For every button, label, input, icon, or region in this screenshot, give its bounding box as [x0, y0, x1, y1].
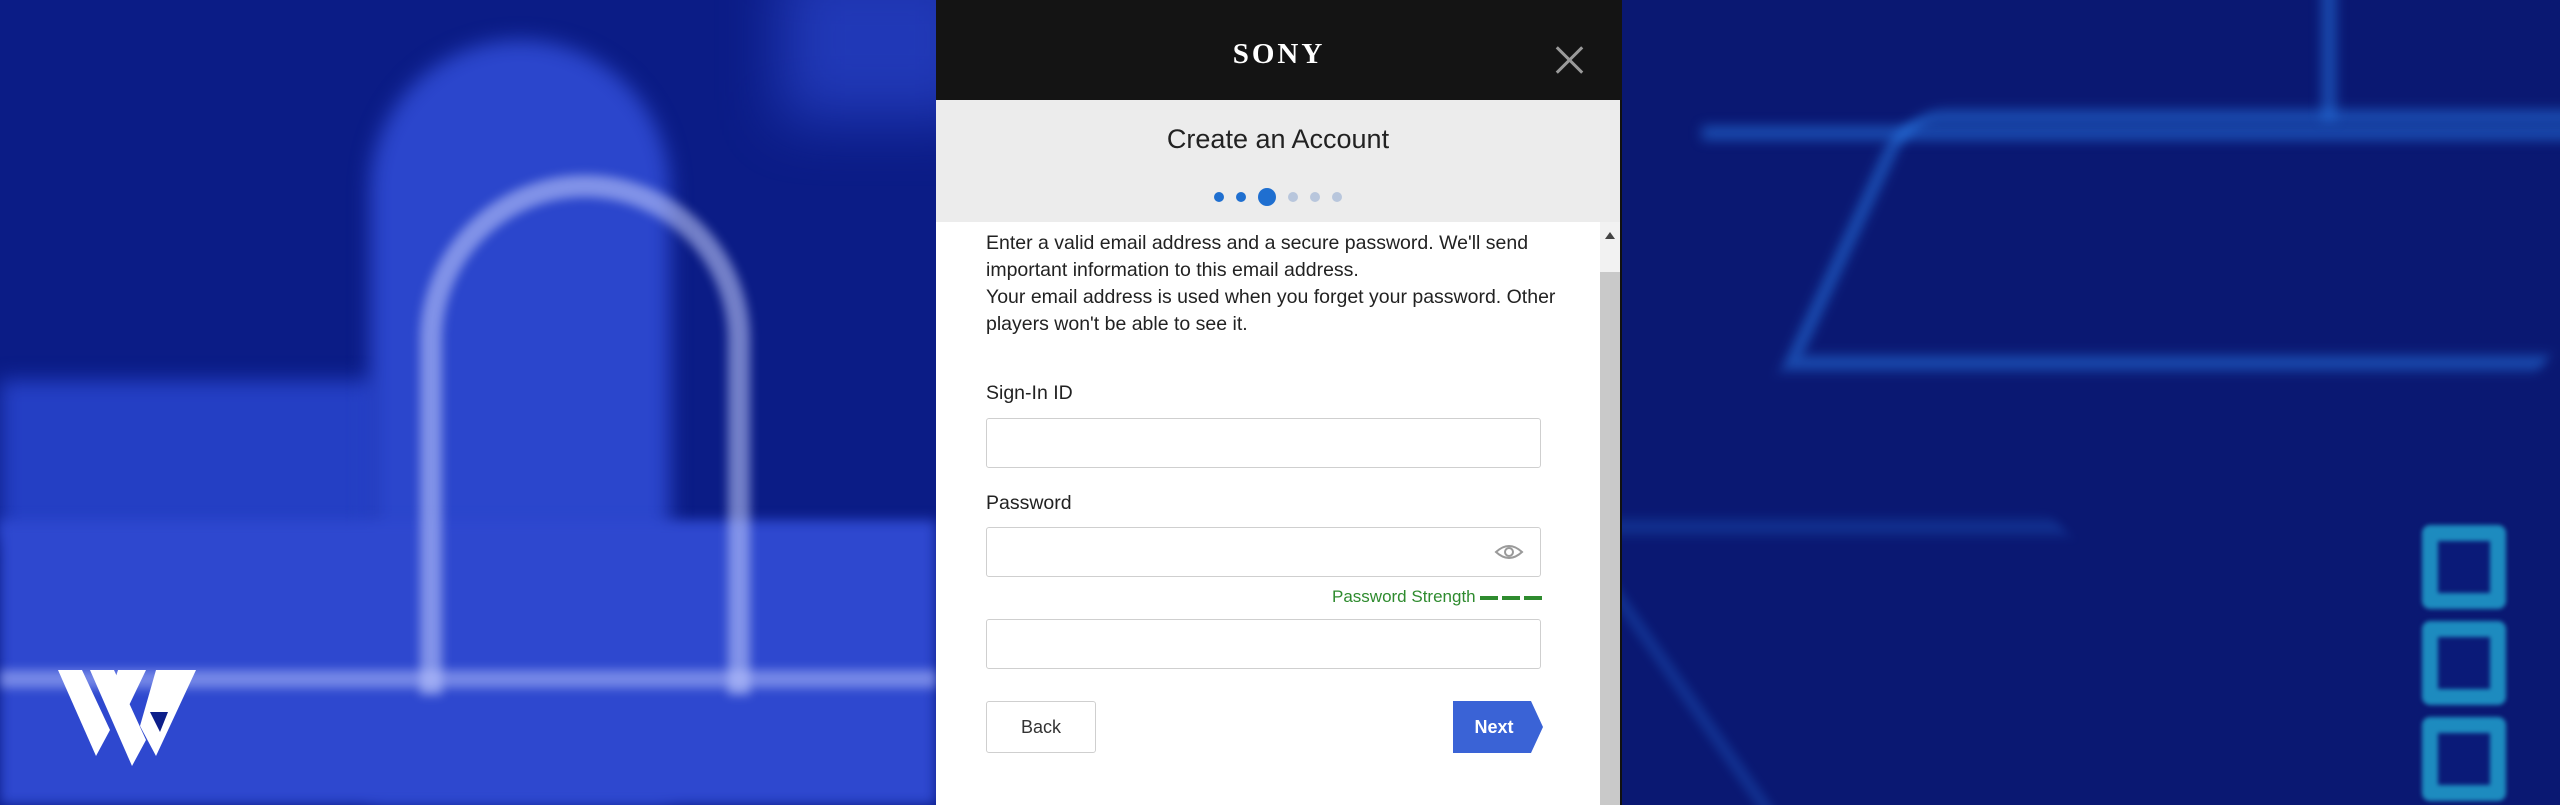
intro-paragraph-1: Enter a valid email address and a secure…: [986, 232, 1529, 281]
dialog-body: Enter a valid email address and a secure…: [936, 222, 1620, 805]
dialog-title: Create an Account: [1166, 124, 1390, 154]
eye-icon[interactable]: [1494, 542, 1524, 562]
intro-paragraph-2: Your email address is used when you forg…: [986, 286, 1556, 335]
step-dot-3-current: [1258, 188, 1276, 206]
step-dot-2: [1236, 192, 1246, 202]
password-label: Password: [986, 492, 1072, 514]
dialog-top-bar: SONY: [936, 0, 1622, 100]
password-strength-label: Password Strength: [1332, 587, 1476, 606]
step-dot-1: [1214, 192, 1224, 202]
next-button[interactable]: Next: [1453, 701, 1543, 753]
dialog-header: Create an Account: [936, 100, 1620, 222]
strength-bar-1: [1480, 596, 1498, 600]
account-dialog: SONY Create an Account Enter a valid ema…: [936, 0, 1622, 805]
scroll-up-icon[interactable]: [1605, 232, 1615, 239]
password-strength-meter: [1480, 596, 1542, 600]
strength-bar-2: [1502, 596, 1520, 600]
scroll-thumb[interactable]: [1600, 272, 1620, 805]
next-button-label: Next: [1474, 717, 1514, 737]
close-icon[interactable]: [1554, 44, 1586, 76]
sign-in-id-input[interactable]: [986, 418, 1541, 468]
step-dot-6: [1332, 192, 1342, 202]
scrollbar[interactable]: [1600, 222, 1620, 805]
intro-text: Enter a valid email address and a secure…: [986, 230, 1566, 338]
step-indicator: [936, 187, 1620, 207]
step-dot-4: [1288, 192, 1298, 202]
strength-bar-3: [1524, 596, 1542, 600]
confirm-password-input[interactable]: [986, 619, 1541, 669]
background-right-circuit-art: [1622, 0, 2560, 805]
sign-in-id-label: Sign-In ID: [986, 382, 1073, 404]
sony-logo: SONY: [1232, 38, 1326, 70]
watermark-logo: [56, 668, 202, 768]
password-input[interactable]: [986, 527, 1541, 577]
back-button[interactable]: Back: [986, 701, 1096, 753]
step-dot-5: [1310, 192, 1320, 202]
